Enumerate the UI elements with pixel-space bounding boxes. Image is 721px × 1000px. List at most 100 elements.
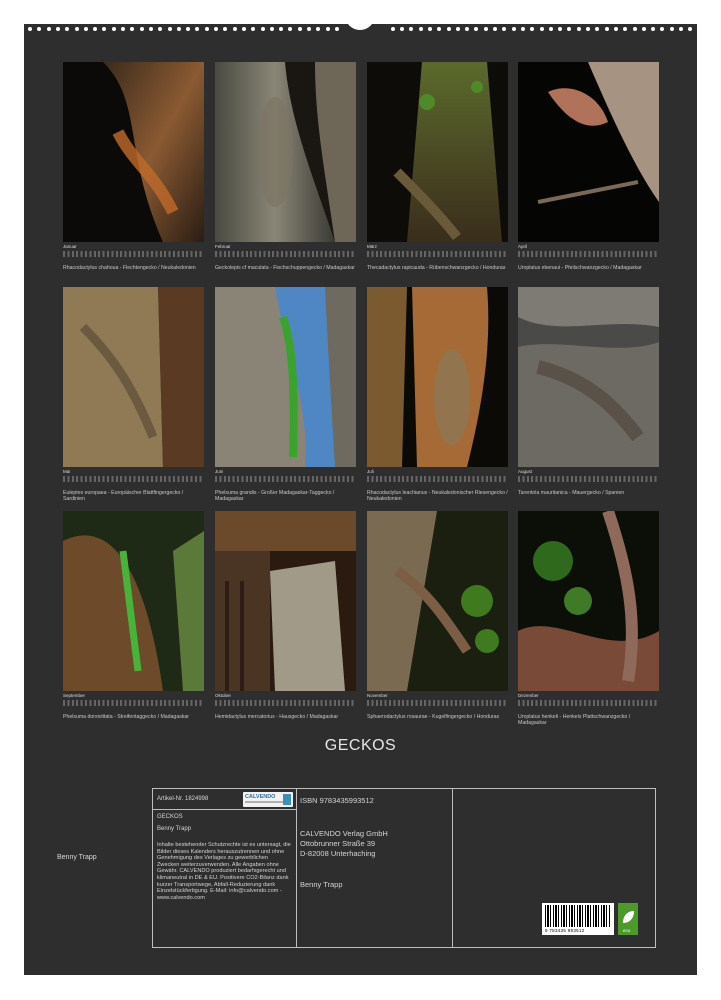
species-caption: Hemidactylus mercatorius - Hausgecko / M…: [215, 714, 339, 720]
binding-hole: [167, 27, 172, 31]
month-calendar-strip: Dezember: [518, 693, 659, 709]
day-numbers: [367, 700, 508, 706]
binding-hole: [409, 27, 414, 31]
binding-hole: [176, 27, 181, 31]
logo-text: CALVENDO: [245, 794, 276, 800]
binding-hole: [37, 27, 42, 31]
binding-hole: [74, 27, 79, 31]
binding-hole: [28, 27, 32, 31]
binding-hole: [111, 27, 116, 31]
binding-hole: [576, 27, 581, 31]
publisher-author: Benny Trapp: [300, 880, 343, 889]
day-numbers: [215, 251, 356, 257]
month-photo: [367, 62, 508, 242]
binding-hole: [437, 27, 442, 31]
species-caption: Euleptes europaea - Europäischer Blattfi…: [63, 490, 184, 502]
eco-badge: eco: [618, 903, 638, 935]
month-name: April: [518, 244, 528, 249]
binding-hole: [83, 27, 88, 31]
month-calendar-strip: August: [518, 469, 659, 485]
month-photo: [367, 511, 508, 691]
binding-hole: [558, 27, 563, 31]
month-name: März: [367, 244, 377, 249]
binding-hole: [539, 27, 544, 31]
month-photo: [215, 511, 356, 691]
species-caption: Phelsuma grandis - Großer Madagaskar-Tag…: [215, 490, 335, 502]
month-photo: [518, 62, 659, 242]
article-number: Artikel-Nr. 1824998: [157, 796, 209, 802]
isbn: ISBN 9783435993512: [300, 796, 374, 805]
binding-hole: [390, 27, 395, 31]
binding-hole: [241, 27, 246, 31]
binding-hole: [148, 27, 153, 31]
month-calendar-strip: Juni: [215, 469, 356, 485]
species-caption: Thecadactylus rapicauda - Rübenschwanzge…: [367, 265, 506, 271]
binding-hole: [186, 27, 191, 31]
month-photo: [518, 511, 659, 691]
month-name: Januar: [63, 244, 77, 249]
day-numbers: [518, 476, 659, 482]
day-numbers: [518, 700, 659, 706]
month-calendar-strip: April: [518, 244, 659, 260]
publisher-city: D-82008 Unterhaching: [300, 849, 376, 858]
month-calendar-strip: September: [63, 693, 204, 709]
month-photo: [63, 62, 204, 242]
binding-hole: [660, 27, 665, 31]
species-caption: Phelsuma dorsivittata - Streifentaggecko…: [63, 714, 190, 720]
binding-hole: [530, 27, 535, 31]
binding-hole: [288, 27, 293, 31]
binding-hole: [474, 27, 479, 31]
binding-hole: [158, 27, 163, 31]
binding-hole: [325, 27, 330, 31]
binding-hole: [297, 27, 302, 31]
binding-hole: [251, 27, 256, 31]
binding-hole: [214, 27, 218, 31]
month-name: Juni: [215, 469, 224, 474]
binding-hole: [418, 27, 423, 31]
binding-hole: [269, 27, 274, 31]
month-calendar-strip: Oktober: [215, 693, 356, 709]
binding-hole: [400, 27, 404, 31]
binding-hole: [688, 27, 693, 31]
month-photo: [63, 287, 204, 467]
month-photo: [215, 287, 356, 467]
month-photo: [367, 287, 508, 467]
eco-label: eco: [623, 928, 631, 933]
species-caption: Uroplatus ebenaui - Pfeilschwanzgecko / …: [518, 265, 642, 271]
binding-hole: [446, 27, 451, 31]
binding-hole: [65, 27, 70, 31]
divider: [452, 789, 453, 947]
month-name: Mai: [63, 469, 71, 474]
barcode-bars: [545, 905, 611, 927]
calendar-title: GECKOS: [324, 737, 397, 754]
info-author: Benny Trapp: [157, 826, 192, 832]
month-name: September: [63, 693, 86, 698]
species-caption: Rhacodactylus leachianus - Neukaledonisc…: [367, 490, 508, 502]
binding-hole: [651, 27, 656, 31]
binding-hole: [316, 27, 321, 31]
binding-hole: [55, 27, 60, 31]
month-calendar-strip: März: [367, 244, 508, 260]
species-caption: Geckolepis cf maculata - Fischschuppenge…: [215, 265, 355, 271]
binding-hole: [130, 27, 135, 31]
month-calendar-strip: Mai: [63, 469, 204, 485]
month-name: Oktober: [215, 693, 232, 698]
binding-hole: [613, 27, 618, 31]
species-caption: Uroplatus henkeli - Henkels Plattschwanz…: [518, 714, 631, 726]
species-caption: Sphaerodactylus rosaurae - Kugelfingerge…: [367, 714, 500, 720]
binding-hole: [223, 27, 228, 31]
month-calendar-strip: Juli: [367, 469, 508, 485]
binding-hole: [567, 27, 572, 31]
author-name: Benny Trapp: [57, 854, 97, 861]
month-name: November: [367, 693, 388, 698]
day-numbers: [367, 476, 508, 482]
month-name: Februar: [215, 244, 231, 249]
binding-hole: [279, 27, 284, 31]
month-name: Dezember: [518, 693, 539, 698]
binding-hole: [204, 27, 209, 31]
binding-hole: [502, 27, 507, 31]
day-numbers: [367, 251, 508, 257]
month-name: Juli: [367, 469, 374, 474]
binding-hole: [604, 27, 609, 31]
month-photo: [215, 62, 356, 242]
